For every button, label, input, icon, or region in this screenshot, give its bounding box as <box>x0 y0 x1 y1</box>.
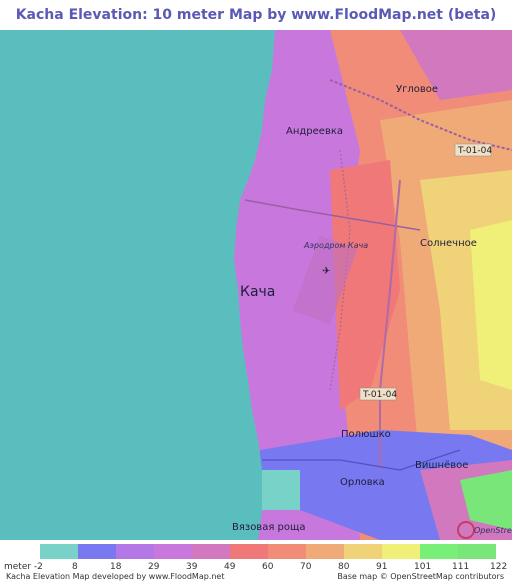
road-label-south: T-01-04 <box>362 390 397 400</box>
legend-tick: 122 <box>490 562 508 572</box>
label-airfield: Аэродром Кача <box>303 241 368 250</box>
legend-swatch <box>78 544 116 559</box>
legend-swatch <box>116 544 154 559</box>
legend-swatch <box>154 544 192 559</box>
legend-tick: 101 <box>414 562 432 572</box>
legend-tick: 111 <box>452 562 470 572</box>
legend-tick: meter -2 <box>4 562 43 572</box>
legend-tick: 80 <box>338 562 350 572</box>
legend-swatch <box>306 544 344 559</box>
sea <box>0 30 275 540</box>
legend-tick: 39 <box>186 562 198 572</box>
label-uglovoe: Угловое <box>396 84 438 95</box>
airport-icon: ✈ <box>322 266 330 277</box>
label-solnechnoe: Солнечное <box>420 238 477 249</box>
elevation-legend: meter -2 8 18 29 39 49 60 70 80 91 101 111 122 Kacha… <box>0 540 512 582</box>
legend-swatch <box>40 544 78 559</box>
legend-tick: 60 <box>262 562 274 572</box>
label-polyushko: Полюшко <box>341 429 391 440</box>
page-title: Kacha Elevation: 10 meter Map by www.Flo… <box>15 7 497 23</box>
legend-tick: 8 <box>72 562 78 572</box>
footer-credit: Kacha Elevation Map developed by www.Flo… <box>6 572 225 581</box>
elevation-zone-coastal-low <box>262 470 300 510</box>
legend-tick: 91 <box>376 562 388 572</box>
osm-watermark: OpenStreetMap <box>474 526 512 535</box>
label-andreevka: Андреевка <box>286 126 343 137</box>
label-vyazovaya: Вязовая роща <box>232 522 306 533</box>
legend-tick: 70 <box>300 562 312 572</box>
legend-swatch <box>268 544 306 559</box>
label-vishnevoe: Вишнёвое <box>415 460 468 471</box>
road-label-north: T-01-04 <box>457 146 492 156</box>
legend-swatch <box>344 544 382 559</box>
legend-tick: 49 <box>224 562 236 572</box>
legend-color-bar <box>40 544 496 559</box>
label-orlovka: Орловка <box>340 477 385 488</box>
legend-tick: 18 <box>110 562 122 572</box>
footer-basemap-credit: Base map © OpenStreetMap contributors <box>337 572 504 581</box>
label-kacha: Кача <box>240 284 275 300</box>
map-canvas[interactable]: ✈ Угловое Андреевка T-01-04 Аэродром Кач… <box>0 30 512 540</box>
legend-swatch <box>382 544 420 559</box>
legend-swatch <box>420 544 458 559</box>
legend-swatch <box>230 544 268 559</box>
elevation-map[interactable]: ✈ Угловое Андреевка T-01-04 Аэродром Кач… <box>0 30 512 540</box>
legend-swatch <box>458 544 496 559</box>
legend-swatch <box>192 544 230 559</box>
legend-tick: 29 <box>148 562 160 572</box>
